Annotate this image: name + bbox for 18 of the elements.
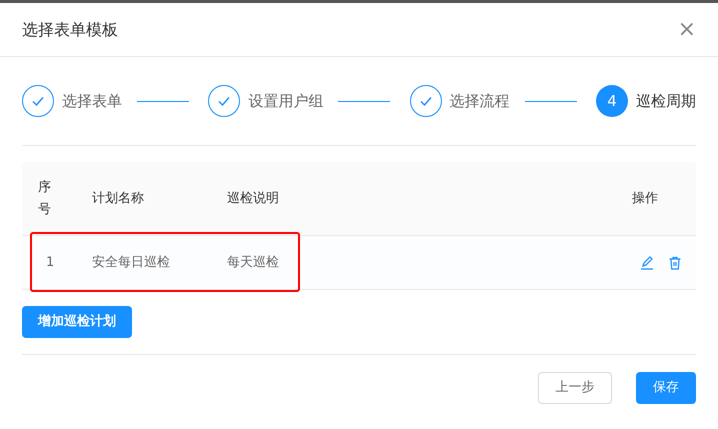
close-button[interactable]: × [678,18,696,40]
add-plan-button[interactable]: 增加巡检计划 [22,306,132,338]
table-cell-text: 安全每日巡检 [92,254,171,272]
edit-icon[interactable] [640,256,654,270]
column-header: 计划名称 [92,190,145,208]
column-header: 巡检说明 [227,190,280,208]
delete-icon[interactable] [668,256,682,270]
column-header: 序号 [37,178,52,218]
prev-button[interactable]: 上一步 [538,372,612,404]
column-header: 操作 [632,190,659,208]
table-cell-text: 每天巡检 [227,254,280,272]
save-button[interactable]: 保存 [636,372,696,404]
step-label: 选择流程 [450,90,510,112]
step-label: 选择表单 [62,90,122,112]
step-label: 设置用户组 [248,90,324,112]
step-label: 巡检周期 [636,90,696,112]
table-cell-text: 1 [45,254,56,272]
dialog-title: 选择表单模板 [22,18,118,40]
